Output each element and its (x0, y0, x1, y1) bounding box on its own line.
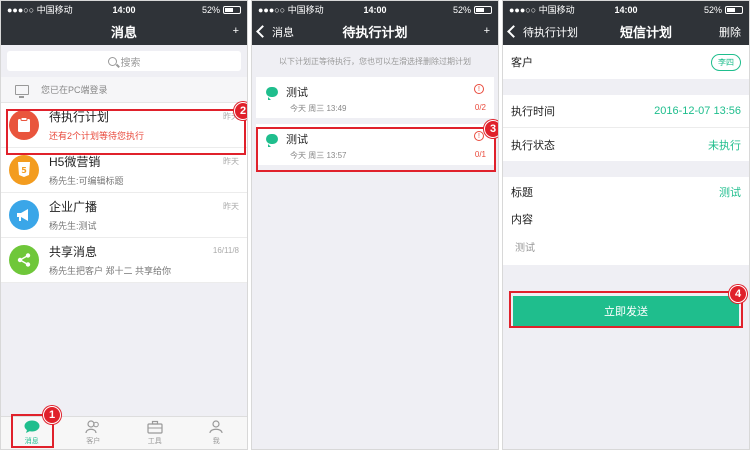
status-time: 14:00 (363, 4, 387, 15)
tab-clients[interactable]: 客户 (63, 417, 125, 449)
battery-icon (725, 5, 743, 14)
message-item-pending-plans[interactable]: 待执行计划 还有2个计划等待您执行 昨天 (1, 103, 247, 148)
exec-status-label: 执行状态 (511, 139, 555, 152)
plan-title: 测试 (286, 87, 308, 99)
content-field[interactable]: 内容 测试 (503, 207, 749, 265)
subject-field[interactable]: 标题 测试 (503, 177, 749, 207)
message-time: 昨天 (223, 157, 239, 166)
step-badge: 1 (43, 406, 61, 424)
chevron-left-icon (256, 25, 269, 38)
message-icon (266, 134, 278, 147)
client-tag[interactable]: 李四 (711, 53, 741, 71)
message-title: 待执行计划 (49, 110, 110, 124)
plan-title: 测试 (286, 134, 308, 146)
message-subtitle: 杨先生:测试 (49, 221, 97, 231)
search-icon (107, 56, 117, 66)
page-title: 消息 (110, 25, 137, 40)
back-button[interactable]: 待执行计划 (507, 18, 578, 45)
message-item-broadcast[interactable]: 企业广播 杨先生:测试 昨天 (1, 193, 247, 238)
tab-label: 客户 (86, 438, 101, 445)
page-title: 短信计划 (619, 25, 672, 40)
battery-icon (223, 5, 241, 14)
message-time: 16/11/8 (212, 246, 239, 255)
clipboard-icon (9, 110, 39, 140)
message-item-share[interactable]: 共享消息 杨先生把客户 郑十二 共享给你 16/11/8 (1, 238, 247, 283)
exec-status-field: 执行状态 未执行 (503, 128, 749, 161)
step-badge: 3 (484, 120, 498, 138)
pending-plans-screen: ●●●○○ 中国移动 14:00 52% 消息 待执行计划 + 以下计划正等待执… (251, 0, 499, 450)
exec-time-value: 2016-12-07 13:56 (654, 105, 741, 117)
delete-button[interactable]: 删除 (719, 18, 741, 45)
search-input[interactable]: 搜索 (7, 51, 241, 71)
message-item-h5[interactable]: 5 H5微营销 杨先生:可编辑标题 昨天 (1, 148, 247, 193)
nav-bar: 消息 + (1, 18, 247, 45)
message-title: H5微营销 (49, 155, 101, 169)
status-bar: ●●●○○ 中国移动 14:00 52% (252, 1, 498, 18)
pc-login-text: 您已在PC端登录 (41, 85, 108, 95)
briefcase-icon (147, 420, 163, 434)
html5-icon: 5 (9, 155, 39, 185)
client-field[interactable]: 客户 李四 (503, 45, 749, 79)
plan-count: 0/2 (474, 103, 486, 112)
megaphone-icon (9, 200, 39, 230)
battery-icon (474, 5, 492, 14)
status-time: 14:00 (614, 4, 638, 15)
message-title: 共享消息 (49, 245, 98, 259)
plan-meta: 今天 周三 13:49 (290, 104, 347, 113)
people-icon (85, 420, 100, 434)
plan-count: 0/1 (474, 150, 486, 159)
back-label: 消息 (272, 26, 294, 39)
hint-text: 以下计划正等待执行，您也可以左滑选择删除过期计划 (279, 56, 471, 66)
content-value: 测试 (515, 243, 535, 254)
alert-icon: ! (474, 131, 484, 141)
message-subtitle: 杨先生:可编辑标题 (49, 176, 124, 186)
tab-me[interactable]: 我 (186, 417, 248, 449)
subject-value: 测试 (719, 187, 741, 199)
tab-label: 消息 (24, 438, 39, 445)
exec-time-field[interactable]: 执行时间 2016-12-07 13:56 (503, 95, 749, 128)
plan-item[interactable]: 测试 今天 周三 13:57 ! 0/1 (256, 124, 494, 165)
search-placeholder: 搜索 (120, 57, 141, 69)
plan-item[interactable]: 测试 今天 周三 13:49 ! 0/2 (256, 77, 494, 118)
message-icon (266, 87, 278, 100)
exec-status-value: 未执行 (708, 139, 741, 152)
back-label: 待执行计划 (523, 26, 578, 39)
nav-bar: 消息 待执行计划 + (252, 18, 498, 45)
message-list: 待执行计划 还有2个计划等待您执行 昨天 5 H5微营销 杨先生:可编辑标题 昨… (1, 103, 247, 283)
tab-bar: 消息 客户 工具 我 (1, 416, 247, 449)
alert-icon: ! (474, 84, 484, 94)
message-time: 昨天 (223, 202, 239, 211)
send-now-button[interactable]: 立即发送 (513, 296, 739, 326)
share-icon (9, 245, 39, 275)
subject-label: 标题 (511, 187, 533, 199)
person-icon (209, 420, 223, 434)
status-time: 14:00 (112, 4, 136, 15)
tab-tools[interactable]: 工具 (124, 417, 186, 449)
status-bar: ●●●○○ 中国移动 14:00 52% (1, 1, 247, 18)
monitor-icon (15, 84, 29, 98)
page-title: 待执行计划 (342, 25, 408, 40)
step-badge: 4 (729, 285, 747, 303)
sms-plan-screen: ●●●○○ 中国移动 14:00 52% 待执行计划 短信计划 删除 客户 李四… (502, 0, 750, 450)
plus-icon[interactable]: + (233, 18, 239, 45)
step-badge: 2 (234, 102, 247, 120)
tab-label: 我 (212, 438, 220, 445)
plus-icon[interactable]: + (484, 18, 490, 45)
content-label: 内容 (511, 214, 533, 226)
client-label: 客户 (511, 57, 533, 69)
chat-bubble-icon (24, 420, 40, 433)
messages-screen: ●●●○○ 中国移动 14:00 52% 消息 + 搜索 您已在PC端登录 待执… (0, 0, 248, 450)
plan-meta: 今天 周三 13:57 (290, 151, 347, 160)
back-button[interactable]: 消息 (256, 18, 294, 45)
exec-time-label: 执行时间 (511, 106, 555, 118)
pc-login-banner[interactable]: 您已在PC端登录 (1, 77, 247, 103)
message-subtitle: 杨先生把客户 郑十二 共享给你 (49, 266, 172, 276)
chevron-left-icon (507, 25, 520, 38)
message-title: 企业广播 (49, 200, 98, 214)
message-subtitle: 还有2个计划等待您执行 (49, 131, 145, 141)
nav-bar: 待执行计划 短信计划 删除 (503, 18, 749, 45)
status-bar: ●●●○○ 中国移动 14:00 52% (503, 1, 749, 18)
tab-label: 工具 (147, 438, 162, 445)
svg-text:5: 5 (21, 166, 27, 175)
